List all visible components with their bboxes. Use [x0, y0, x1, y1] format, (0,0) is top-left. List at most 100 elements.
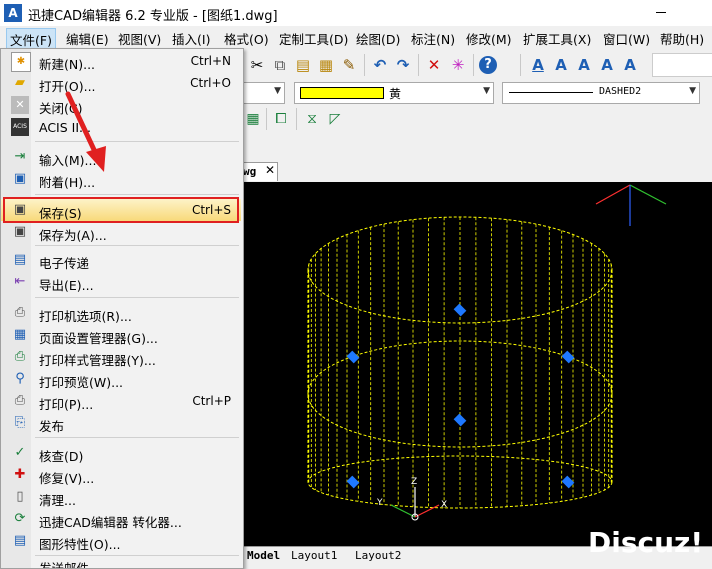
menu-item-label: 页面设置管理器(G)... — [39, 331, 158, 346]
menu-separator — [35, 555, 239, 556]
undo-icon[interactable]: ↶ — [371, 56, 389, 74]
menu-insert[interactable]: 插入(I) — [172, 29, 210, 48]
menu-extend-tools[interactable]: 扩展工具(X) — [523, 29, 591, 48]
multiline-text-icon[interactable]: A — [575, 56, 593, 74]
menu-item-label: 关闭(C) — [39, 101, 83, 116]
menu-item-converter[interactable]: ⟳ 迅捷CAD编辑器 转化器... — [1, 508, 241, 530]
paste-icon[interactable]: ▤ — [294, 56, 312, 74]
close-icon: ✕ — [11, 96, 29, 114]
menu-item-shortcut: Ctrl+P — [192, 394, 231, 408]
open-folder-icon: ▰ — [15, 75, 25, 90]
print-preview-icon: ⚲ — [15, 371, 25, 386]
tab-model[interactable]: Model — [247, 549, 280, 562]
minimize-button[interactable] — [656, 12, 666, 13]
menu-item-print-style[interactable]: ⎙ 打印样式管理器(Y)... — [1, 346, 241, 368]
grip-handle[interactable] — [561, 350, 575, 364]
menu-item-publish[interactable]: ⎘ 发布 — [1, 412, 241, 434]
menu-dimension[interactable]: 标注(N) — [411, 29, 455, 48]
grip-handle[interactable] — [561, 475, 575, 489]
publish-icon: ⎘ — [14, 415, 26, 430]
menu-item-export[interactable]: ⇤ 导出(E)... — [1, 271, 241, 293]
ucs-x-axis — [414, 504, 440, 518]
tab-layout2[interactable]: Layout2 — [355, 549, 401, 562]
menu-item-label: 打印机选项(R)... — [39, 309, 132, 324]
menu-draw[interactable]: 绘图(D) — [356, 29, 400, 48]
import-icon: ⇥ — [14, 149, 26, 164]
grip-handle[interactable] — [346, 350, 360, 364]
grip-handle[interactable] — [453, 303, 467, 317]
menu-help[interactable]: 帮助(H) — [660, 29, 704, 48]
drawing-properties-icon: ▤ — [13, 533, 27, 548]
text-icon[interactable]: A — [552, 56, 570, 74]
file-menu: ✱ 新建(N)... Ctrl+N ▰ 打开(O)... Ctrl+O ✕ 关闭… — [0, 48, 244, 569]
grip-handle[interactable] — [346, 475, 360, 489]
hatch-icon[interactable]: ▦ — [244, 110, 262, 128]
menu-edit[interactable]: 编辑(E) — [66, 29, 109, 48]
menu-separator — [35, 245, 239, 246]
menu-item-shortcut: Ctrl+O — [190, 76, 231, 90]
explode-icon[interactable]: ✳ — [449, 56, 467, 74]
page-setup-icon: ▦ — [13, 327, 27, 342]
chevron-down-icon: ▼ — [483, 86, 490, 96]
menu-item-acis[interactable]: ACIS ACIS II... — [1, 116, 241, 138]
color-name: 黄 — [389, 87, 402, 101]
menu-separator — [35, 141, 239, 142]
menu-item-save-as[interactable]: ▣ 保存为(A)... — [1, 221, 241, 243]
menu-format[interactable]: 格式(O) — [224, 29, 269, 48]
compass-y-axis — [629, 184, 667, 205]
menu-item-label: 打印预览(W)... — [39, 375, 124, 390]
menu-item-open[interactable]: ▰ 打开(O)... Ctrl+O — [1, 72, 241, 94]
linetype-dropdown[interactable]: DASHED2 ▼ — [502, 82, 700, 104]
ucs-icon[interactable]: ⧖ — [303, 110, 321, 128]
menu-item-printer-options[interactable]: ⎙ 打印机选项(R)... — [1, 302, 241, 324]
layer-dropdown[interactable]: ▼ — [243, 82, 285, 104]
find-text-icon[interactable]: A — [621, 56, 639, 74]
menu-separator — [35, 297, 239, 298]
app-logo-icon: A — [4, 4, 22, 22]
menu-item-page-setup[interactable]: ▦ 页面设置管理器(G)... — [1, 324, 241, 346]
match-properties-icon[interactable]: ✎ — [340, 56, 358, 74]
attach-icon: ▣ — [13, 171, 27, 186]
menu-item-new[interactable]: ✱ 新建(N)... Ctrl+N — [1, 50, 241, 72]
color-dropdown[interactable]: 黄 ▼ — [294, 82, 494, 104]
menu-item-print-preview[interactable]: ⚲ 打印预览(W)... — [1, 368, 241, 390]
recover-icon: ✚ — [14, 467, 26, 482]
help-icon[interactable]: ? — [479, 56, 497, 74]
menu-item-print[interactable]: ⎙ 打印(P)... Ctrl+P — [1, 390, 241, 412]
menu-custom-tools[interactable]: 定制工具(D) — [279, 29, 348, 48]
close-icon[interactable]: ✕ — [265, 163, 275, 177]
acis-icon: ACIS — [11, 118, 29, 136]
ucs-x-label: X — [441, 500, 447, 510]
menu-item-label: 核查(D) — [39, 449, 84, 464]
toolbar-separator — [364, 54, 365, 76]
menu-item-drawing-properties[interactable]: ▤ 图形特性(O)... — [1, 530, 241, 552]
menu-item-audit[interactable]: ✓ 核查(D) — [1, 442, 241, 464]
region-icon[interactable]: ⧠ — [272, 110, 290, 128]
chevron-down-icon: ▼ — [274, 86, 281, 96]
copy-icon[interactable]: ⧉ — [271, 56, 289, 74]
menu-item-purge[interactable]: ▯ 清理... — [1, 486, 241, 508]
menu-item-label: 附着(H)... — [39, 175, 96, 190]
menu-item-etransmit[interactable]: ▤ 电子传递 — [1, 249, 241, 271]
toolbar-input[interactable] — [652, 53, 712, 77]
edit-text-icon[interactable]: A — [598, 56, 616, 74]
menu-item-attach[interactable]: ▣ 附着(H)... — [1, 168, 241, 190]
menu-item-recover[interactable]: ✚ 修复(V)... — [1, 464, 241, 486]
delete-icon[interactable]: ✕ — [425, 56, 443, 74]
redo-icon[interactable]: ↷ — [394, 56, 412, 74]
grip-handle[interactable] — [453, 413, 467, 427]
toolbar-separator — [473, 54, 474, 76]
cut-icon[interactable]: ✂ — [248, 56, 266, 74]
menu-window[interactable]: 窗口(W) — [603, 29, 650, 48]
text-style-icon[interactable]: A — [529, 56, 547, 74]
menu-separator — [35, 437, 239, 438]
menu-modify[interactable]: 修改(M) — [466, 29, 512, 48]
drawing-canvas[interactable]: Z Y X — [243, 182, 712, 546]
paste-special-icon[interactable]: ▦ — [317, 56, 335, 74]
tab-layout1[interactable]: Layout1 — [291, 549, 337, 562]
menu-item-close[interactable]: ✕ 关闭(C) — [1, 94, 241, 116]
menu-view[interactable]: 视图(V) — [118, 29, 161, 48]
print-style-icon: ⎙ — [14, 349, 26, 364]
menu-item-import[interactable]: ⇥ 输入(M)... — [1, 146, 241, 168]
ucs-3point-icon[interactable]: ◸ — [326, 110, 344, 128]
